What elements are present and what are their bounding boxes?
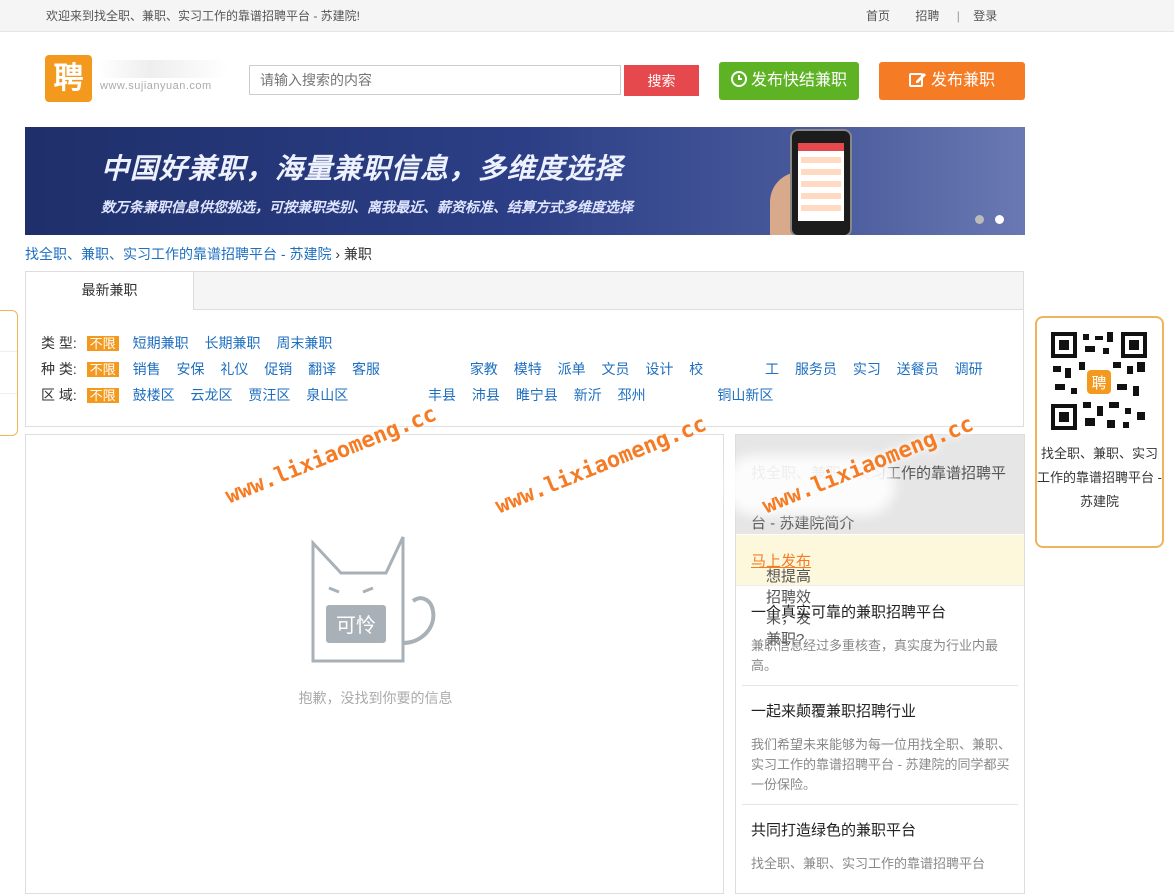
intro-item-title: 一个真实可靠的兼职招聘平台 [751,604,947,621]
filter-kind-option[interactable]: 实习 [853,361,881,377]
welcome-text: 欢迎来到找全职、兼职、实习工作的靠谱招聘平台 - 苏建院! [46,9,361,23]
promo-strip: 想提高招聘效果，发兼职? 马上发布 [736,535,1024,648]
phone-image [790,129,852,235]
promo-banner[interactable]: 中国好兼职，海量兼职信息，多维度选择 数万条兼职信息供您挑选，可按兼职类别、离我… [25,127,1025,235]
filter-kind-option[interactable]: 派单 [558,361,586,377]
filter-kind-option[interactable]: 校 [689,361,703,377]
filter-kind-option[interactable]: 促销 [264,361,292,377]
intro-item: 一起来颠覆兼职招聘行业 我们希望未来能够为每一位用找全职、兼职、实习工作的靠谱招… [751,700,1017,795]
intro-item: 一个真实可靠的兼职招聘平台 兼职信息经过多重核查，真实度为行业内最高。 [751,601,1017,676]
filter-row-area: 区 域: 不限 鼓楼区 云龙区 贾汪区 泉山区 丰县 沛县 睢宁县 新沂 邳州 … [41,385,785,405]
left-float-box[interactable] [0,310,18,436]
filter-row-type: 类 型: 不限 短期兼职 长期兼职 周末兼职 [41,333,344,353]
intro-item-title: 共同打造绿色的兼职平台 [751,822,917,839]
filter-area-option[interactable]: 沛县 [472,387,500,403]
breadcrumb-home[interactable]: 找全职、兼职、实习工作的靠谱招聘平台 - 苏建院 [25,246,331,262]
nav-home-link[interactable]: 首页 [866,9,890,23]
filter-type-option[interactable]: 短期兼职 [133,335,189,351]
breadcrumb: 找全职、兼职、实习工作的靠谱招聘平台 - 苏建院 › 兼职 [25,244,372,264]
filter-kind-option[interactable]: 礼仪 [220,361,248,377]
filter-kind-option[interactable]: 销售 [133,361,161,377]
filter-kind-option[interactable]: 服务员 [795,361,837,377]
filter-kind-option[interactable]: 调研 [955,361,983,377]
filter-kind-option[interactable]: 设计 [645,361,673,377]
qr-code-icon: 聘 [1051,332,1147,430]
empty-message: 抱歉，没找到你要的信息 [298,690,453,706]
filter-area-option[interactable]: 云龙区 [190,387,232,403]
top-nav: 首页 招聘 | 登录 [866,7,1007,24]
filter-kind-option[interactable]: 客服 [352,361,380,377]
filter-type-option[interactable]: 长期兼职 [204,335,260,351]
filter-area-option[interactable]: 鼓楼区 [133,387,175,403]
qr-badge-text: 聘 [1091,374,1106,392]
cat-badge-text: 可怜 [336,613,376,637]
filter-area-option[interactable]: 泉山区 [306,387,348,403]
search-button[interactable]: 搜索 [624,65,699,96]
logo-wordmark[interactable]: www.sujianyuan.com [98,58,228,98]
filter-area-label: 区 域: [41,387,77,403]
logo-url: www.sujianyuan.com [100,80,212,92]
filter-kind-option[interactable]: 工 [765,361,779,377]
publish-quick-label: 发布快结兼职 [750,72,847,89]
intro-item-title: 一起来颠覆兼职招聘行业 [751,703,917,720]
job-list-area: 可怜 抱歉，没找到你要的信息 [25,434,724,894]
qr-float-box[interactable]: 聘 找全职、兼职、实习工作的靠谱招聘平台 - 苏建院 [1035,316,1164,548]
filter-area-option[interactable]: 丰县 [428,387,456,403]
nav-recruit-link[interactable]: 招聘 [915,9,939,23]
filter-area-option[interactable]: 贾汪区 [248,387,290,403]
edit-icon [908,62,927,100]
intro-item-desc: 兼职信息经过多重核查，真实度为行业内最高。 [751,638,999,673]
banner-headline: 中国好兼职，海量兼职信息，多维度选择 [101,153,624,184]
intro-item-desc: 找全职、兼职、实习工作的靠谱招聘平台 [751,856,986,871]
carousel-dot-1[interactable] [975,215,984,224]
banner-subline: 数万条兼职信息供您挑选，可按兼职类别、离我最近、薪资标准、结算方式多维度选择 [101,199,633,215]
filter-area-option[interactable]: 铜山新区 [717,387,773,403]
filter-kind-option[interactable]: 家教 [470,361,498,377]
filter-type-any[interactable]: 不限 [86,336,119,351]
filter-kind-option[interactable]: 模特 [514,361,542,377]
filter-area-option[interactable]: 邳州 [618,387,646,403]
filter-kind-any[interactable]: 不限 [86,362,119,377]
nav-separator: | [956,9,960,23]
top-bar: 欢迎来到找全职、兼职、实习工作的靠谱招聘平台 - 苏建院! 首页 招聘 | 登录 [0,0,1174,32]
filter-type-label: 类 型: [41,335,77,351]
search-input[interactable] [249,65,621,95]
filter-kind-label: 种 类: [41,361,77,377]
filter-panel: 最新兼职 类 型: 不限 短期兼职 长期兼职 周末兼职 种 类: 不限 销售 安… [25,271,1024,427]
filter-row-kind: 种 类: 不限 销售 安保 礼仪 促销 翻译 客服 家教 模特 派单 文员 设计… [41,359,995,379]
nav-login-link[interactable]: 登录 [973,9,997,23]
clock-icon [730,62,747,100]
intro-item-desc: 我们希望未来能够为每一位用找全职、兼职、实习工作的靠谱招聘平台 - 苏建院的同学… [751,737,1012,792]
filter-area-option[interactable]: 新沂 [574,387,602,403]
sad-cat-illustration: 可怜 [311,533,441,676]
breadcrumb-current: 兼职 [343,246,372,262]
qr-caption: 找全职、兼职、实习工作的靠谱招聘平台 - 苏建院 [1037,446,1162,509]
filter-area-any[interactable]: 不限 [86,388,119,403]
filter-kind-option[interactable]: 文员 [601,361,629,377]
intro-item: 共同打造绿色的兼职平台 找全职、兼职、实习工作的靠谱招聘平台 [751,819,1017,874]
tab-latest-parttime[interactable]: 最新兼职 [26,272,194,310]
publish-parttime-label: 发布兼职 [930,72,995,89]
filter-kind-option[interactable]: 翻译 [308,361,336,377]
filter-kind-option[interactable]: 安保 [176,361,204,377]
carousel-dot-2[interactable] [995,215,1004,224]
filter-kind-option[interactable]: 送餐员 [897,361,939,377]
breadcrumb-separator: › [335,246,341,262]
publish-quick-button[interactable]: 发布快结兼职 [719,62,859,100]
publish-parttime-button[interactable]: 发布兼职 [879,62,1025,100]
filter-area-option[interactable]: 睢宁县 [516,387,558,403]
filter-type-option[interactable]: 周末兼职 [276,335,332,351]
logo-icon[interactable]: 聘 [45,55,92,102]
